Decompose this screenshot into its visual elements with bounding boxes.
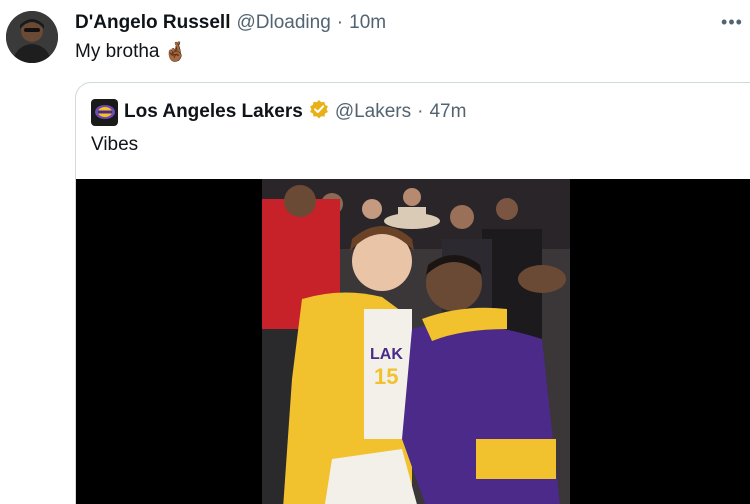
- quoted-timestamp[interactable]: 47m: [429, 101, 466, 123]
- tweet-body: My brotha: [75, 41, 160, 62]
- separator-dot: ·: [336, 12, 344, 33]
- quoted-tweet-card[interactable]: Los Angeles Lakers @Lakers · 47m Vibes L…: [75, 82, 750, 504]
- tweet-header: D'Angelo Russell @Dloading · 10m: [75, 10, 386, 36]
- svg-text:LAK: LAK: [370, 346, 403, 363]
- timestamp[interactable]: 10m: [349, 12, 386, 34]
- tweet-text: My brotha 🤞🏾: [75, 40, 187, 64]
- more-options-button[interactable]: •••: [720, 10, 744, 34]
- quoted-tweet-header: Los Angeles Lakers @Lakers · 47m: [91, 98, 466, 126]
- video-player[interactable]: LAK 15: [76, 179, 750, 504]
- tweet-page: D'Angelo Russell @Dloading · 10m ••• My …: [0, 0, 750, 504]
- quoted-separator-dot: ·: [417, 101, 424, 122]
- author-handle[interactable]: @Dloading: [237, 12, 331, 34]
- crossed-fingers-emoji: 🤞🏾: [163, 42, 188, 63]
- video-frame-image: LAK 15: [262, 179, 570, 504]
- quoted-author-name[interactable]: Los Angeles Lakers: [124, 101, 303, 123]
- verified-badge-icon: [309, 99, 329, 125]
- more-horizontal-icon: •••: [721, 12, 743, 32]
- lakers-logo-avatar[interactable]: [91, 98, 118, 126]
- avatar[interactable]: [6, 11, 58, 63]
- quoted-tweet-text: Vibes: [91, 134, 139, 155]
- quoted-author-handle[interactable]: @Lakers: [335, 101, 411, 123]
- author-name[interactable]: D'Angelo Russell: [75, 12, 231, 34]
- svg-text:15: 15: [374, 364, 398, 389]
